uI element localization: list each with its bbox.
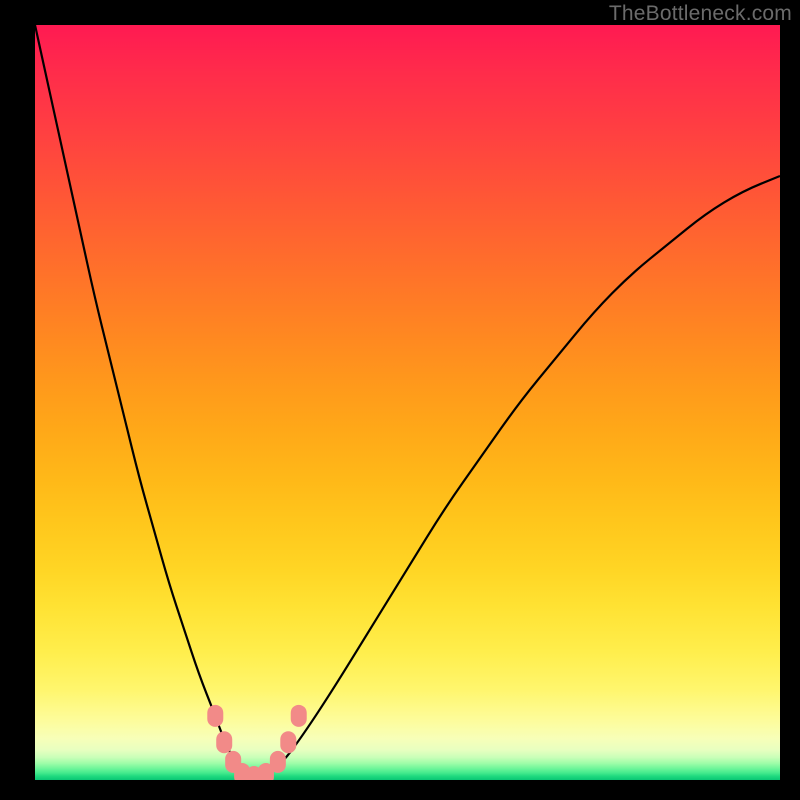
marker-left (216, 731, 232, 753)
bottleneck-curve (35, 25, 780, 778)
marker-right (280, 731, 296, 753)
marker-right (270, 751, 286, 773)
curve-layer (35, 25, 780, 780)
highlight-markers (207, 705, 306, 780)
chart-frame: TheBottleneck.com (0, 0, 800, 800)
marker-right (291, 705, 307, 727)
marker-left (207, 705, 223, 727)
plot-area (35, 25, 780, 780)
watermark-text: TheBottleneck.com (609, 2, 792, 26)
